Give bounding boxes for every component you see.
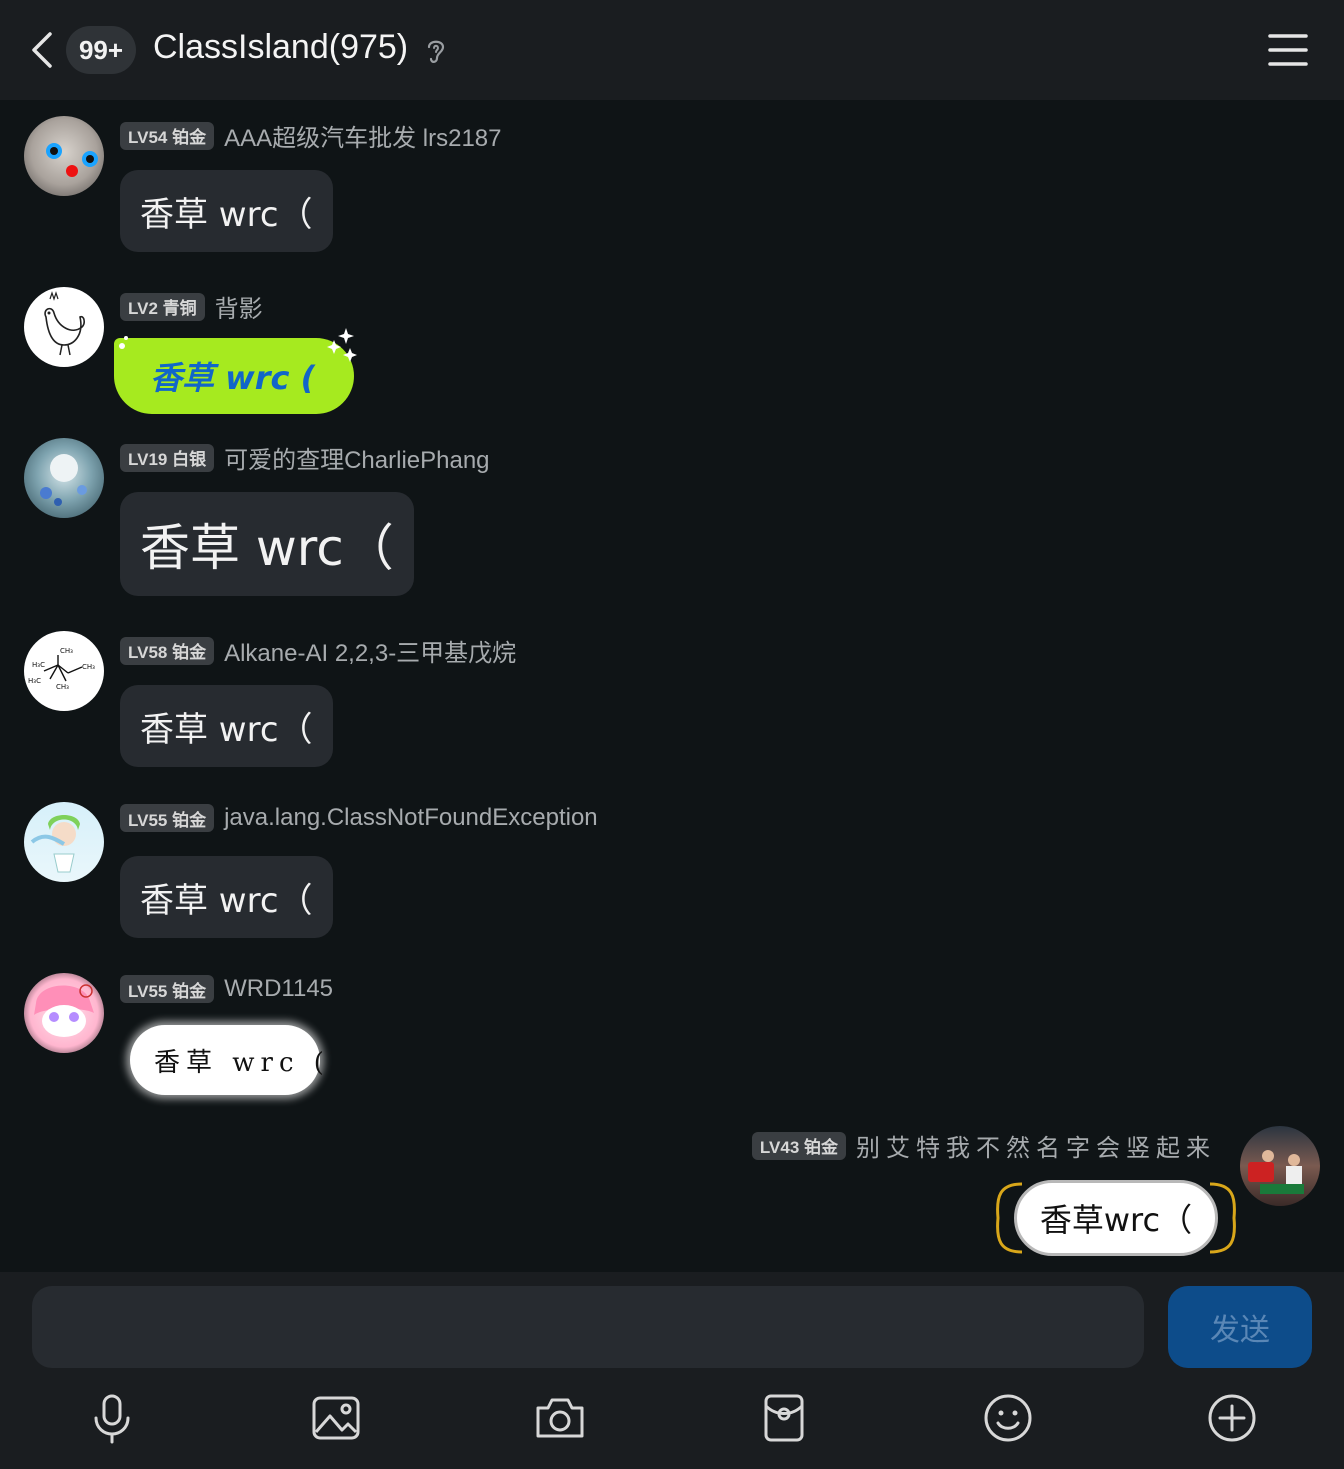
camera-icon[interactable] (534, 1392, 586, 1444)
nickname[interactable]: 可爱的查理CharliePhang (224, 440, 489, 475)
message-meta: LV2 青铜 背影 (120, 289, 263, 324)
red-packet-icon[interactable] (758, 1392, 810, 1444)
avatar[interactable]: H₃C CH₃ CH₃ H₃C CH₃ (24, 631, 104, 711)
level-badge: LV19 白银 (120, 443, 215, 472)
level-badge: LV43 铂金 (751, 1131, 846, 1160)
composer: 发送 (0, 1272, 1344, 1469)
message-bubble[interactable]: 香草 wrc（ (120, 170, 333, 252)
avatar[interactable] (24, 438, 104, 518)
nickname[interactable]: 别艾特我不然名字会竖起来 (856, 1128, 1216, 1163)
nickname[interactable]: java.lang.ClassNotFoundException (224, 804, 598, 832)
ear-icon (427, 40, 445, 63)
message-meta: LV58 铂金 Alkane-AI 2,2,3-三甲基戊烷 (120, 633, 516, 668)
message-bubble[interactable]: 香草 wrc ( (130, 1025, 324, 1095)
avatar[interactable] (1240, 1126, 1320, 1206)
chat-title[interactable]: ClassIsland(975) (153, 28, 408, 67)
message-meta: LV54 铂金 AAA超级汽车批发 lrs2187 (120, 118, 502, 153)
back-arrow-icon[interactable] (28, 30, 56, 70)
nickname[interactable]: 背影 (215, 289, 263, 324)
nickname[interactable]: Alkane-AI 2,2,3-三甲基戊烷 (224, 633, 516, 668)
avatar[interactable] (24, 802, 104, 882)
message-bubble-frame: 香草wrc（ (996, 1176, 1236, 1260)
avatar[interactable] (24, 116, 104, 196)
level-badge: LV54 铂金 (120, 121, 215, 150)
nickname[interactable]: WRD1145 (224, 975, 333, 1003)
message-input[interactable] (32, 1286, 1144, 1368)
message-meta: LV55 铂金 java.lang.ClassNotFoundException (120, 804, 598, 832)
svg-text:CH₃: CH₃ (82, 663, 95, 671)
chat-header: 99+ ClassIsland(975) (0, 0, 1344, 100)
level-badge: LV2 青铜 (120, 292, 205, 321)
message-meta: LV43 铂金 别艾特我不然名字会竖起来 (751, 1128, 1216, 1163)
svg-text:CH₃: CH₃ (56, 683, 69, 691)
nickname[interactable]: AAA超级汽车批发 lrs2187 (224, 118, 501, 153)
message-bubble[interactable]: 香草wrc（ (1014, 1180, 1218, 1256)
level-badge: LV55 铂金 (120, 804, 215, 832)
send-button[interactable]: 发送 (1168, 1286, 1312, 1368)
unread-badge[interactable]: 99+ (66, 26, 136, 74)
avatar[interactable] (24, 287, 104, 367)
message-bubble[interactable]: 香草 wrc（ (120, 492, 414, 596)
image-icon[interactable] (310, 1392, 362, 1444)
svg-text:H₃C: H₃C (28, 677, 41, 685)
message-meta: LV19 白银 可爱的查理CharliePhang (120, 440, 490, 475)
svg-text:CH₃: CH₃ (60, 647, 73, 655)
sparkle-icon (119, 328, 357, 362)
level-badge: LV58 铂金 (120, 636, 215, 665)
message-bubble[interactable]: 香草 wrc（ (120, 685, 333, 767)
microphone-icon[interactable] (86, 1392, 138, 1444)
level-badge: LV55 铂金 (120, 975, 215, 1003)
plus-icon[interactable] (1206, 1392, 1258, 1444)
emoji-icon[interactable] (982, 1392, 1034, 1444)
menu-icon[interactable] (1268, 32, 1308, 68)
svg-text:H₃C: H₃C (32, 661, 45, 669)
message-meta: LV55 铂金 WRD1145 (120, 975, 333, 1003)
avatar[interactable] (24, 973, 104, 1053)
message-bubble[interactable]: 香草 wrc（ (120, 856, 333, 938)
